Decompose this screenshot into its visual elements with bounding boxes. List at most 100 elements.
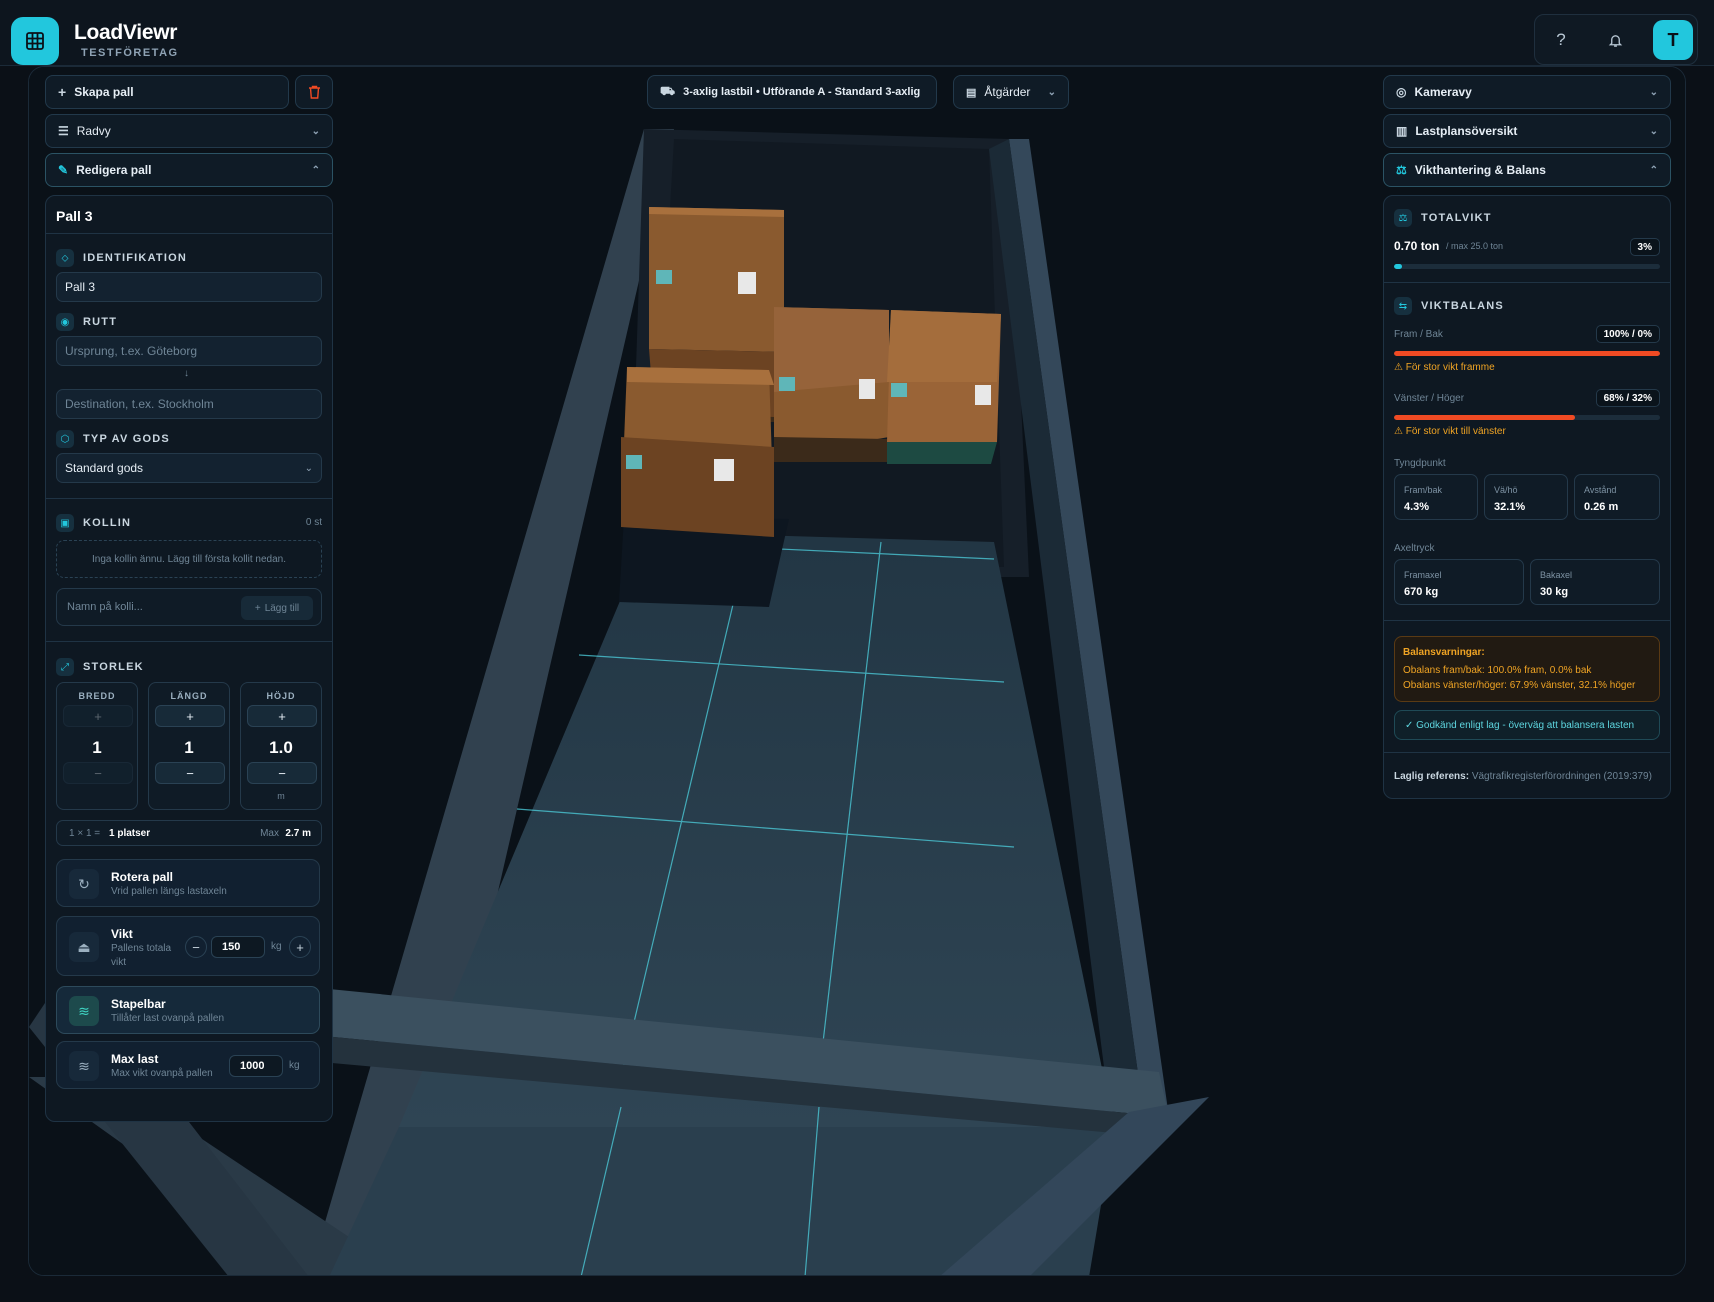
app-name: LoadViewr [74, 21, 178, 44]
expand-icon: ⤢ [56, 658, 74, 676]
max-load-card: ≋ Max last Max vikt ovanpå pallen 1000 k… [56, 1041, 320, 1089]
weight-balance-panel: ⚖ TOTALVIKT 0.70 ton / max 25.0 ton 3% ⇆… [1383, 195, 1671, 799]
cargo-type-select[interactable]: Standard gods ⌄ [56, 453, 322, 483]
actions-label: Åtgärder [984, 85, 1031, 99]
weight-plus-button[interactable]: + [289, 936, 311, 958]
max-load-unit: kg [289, 1060, 300, 1071]
total-weight-percent: 3% [1629, 238, 1660, 256]
chevron-down-icon: ⌄ [1649, 86, 1658, 98]
layers-icon: ≋ [69, 1051, 99, 1081]
size-controls: BREDD + 1 − LÄNGD + 1 − HÖJD + 1.0 − m [56, 682, 322, 810]
scale-icon: ⚖ [1396, 163, 1407, 177]
weight-unit: kg [271, 941, 282, 952]
width-plus-button[interactable]: + [63, 705, 133, 727]
user-avatar[interactable]: T [1653, 20, 1693, 60]
summary-max-value: 2.7 m [285, 828, 311, 839]
top-bar: LoadViewr TESTFÖRETAG ? T [0, 0, 1714, 66]
approved-status: ✓ Godkänd enligt lag - överväg att balan… [1394, 710, 1660, 740]
weight-icon: ⏏ [69, 932, 99, 962]
chevron-down-icon: ⌄ [1047, 86, 1056, 98]
front-axle-load: Framaxel 670 kg [1394, 559, 1524, 605]
identification-header: ⬦ IDENTIFIKATION [56, 249, 187, 267]
left-right-value: 68% / 32% [1595, 389, 1660, 407]
edit-pallet-toggle[interactable]: ✎ Redigera pall ⌃ [45, 153, 333, 187]
height-minus-button[interactable]: − [247, 762, 317, 784]
height-plus-button[interactable]: + [247, 705, 317, 727]
trash-icon [308, 85, 320, 99]
panel-title: Pall 3 [56, 208, 93, 224]
create-pallet-label: Skapa pall [74, 85, 134, 99]
total-weight-value: 0.70 ton [1394, 239, 1440, 253]
save-icon: ▤ [966, 86, 977, 99]
weight-card: ⏏ Vikt Pallens totala vikt − 150 kg + [56, 916, 320, 976]
grid-app-icon[interactable] [11, 17, 59, 65]
scale-icon: ⚖ [1394, 209, 1412, 227]
front-back-label: Fram / Bak [1394, 329, 1443, 340]
camera-view-dropdown[interactable]: ◎ Kameravy ⌄ [1383, 75, 1671, 109]
weight-balance-toggle[interactable]: ⚖ Vikthantering & Balans ⌃ [1383, 153, 1671, 187]
swap-icon: ⇆ [1394, 297, 1412, 315]
length-value: 1 [184, 738, 194, 757]
cog-distance: Avstånd 0.26 m [1574, 474, 1660, 520]
help-icon[interactable]: ? [1547, 26, 1575, 54]
cog-left-right: Vä/hö 32.1% [1484, 474, 1568, 520]
layers-icon: ≋ [69, 996, 99, 1026]
actions-dropdown[interactable]: ▤ Åtgärder ⌄ [953, 75, 1069, 109]
left-right-warning: ⚠ För stor vikt till vänster [1394, 426, 1506, 437]
chevron-down-icon: ⌄ [304, 462, 313, 474]
rotate-icon: ↻ [69, 869, 99, 899]
route-header: ◉ RUTT [56, 313, 117, 331]
total-weight-header: ⚖ TOTALVIKT [1394, 209, 1492, 227]
delete-pallet-button[interactable] [295, 75, 333, 109]
bell-icon[interactable] [1601, 26, 1629, 54]
rotate-pallet-card[interactable]: ↻ Rotera pall Vrid pallen längs lastaxel… [56, 859, 320, 907]
edit-pallet-panel: Pall 3 ⬦ IDENTIFIKATION Pall 3 ◉ RUTT Ur… [45, 195, 333, 1122]
company-name: TESTFÖRETAG [81, 47, 179, 59]
front-back-bar [1394, 351, 1660, 356]
vehicle-selector[interactable]: ⛟ 3-axlig lastbil • Utförande A - Standa… [647, 75, 937, 109]
height-unit: m [277, 791, 285, 801]
warning-line-1: Obalans fram/bak: 100.0% fram, 0.0% bak [1403, 665, 1592, 676]
chevron-down-icon: ⌄ [1649, 125, 1658, 137]
left-right-label: Vänster / Höger [1394, 393, 1465, 404]
row-view-dropdown[interactable]: ☰ Radvy ⌄ [45, 114, 333, 148]
total-weight-bar [1394, 264, 1660, 269]
size-summary: 1 × 1 = 1 platser Max 2.7 m [56, 820, 322, 846]
packages-count: 0 st [305, 517, 322, 528]
warnings-title: Balansvarningar: [1403, 647, 1485, 658]
total-weight-max: / max 25.0 ton [1446, 241, 1504, 251]
package-name-input[interactable]: Namn på kolli... [67, 601, 143, 613]
list-icon: ☰ [58, 124, 69, 138]
create-pallet-button[interactable]: + Skapa pall [45, 75, 289, 109]
width-value: 1 [92, 738, 102, 757]
rear-axle-load: Bakaxel 30 kg [1530, 559, 1660, 605]
identification-input[interactable]: Pall 3 [56, 272, 322, 302]
summary-max-label: Max [260, 828, 279, 839]
tag-icon: ⬦ [56, 249, 74, 267]
origin-input[interactable]: Ursprung, t.ex. Göteborg [56, 336, 322, 366]
truck-icon: ⛟ [660, 84, 676, 98]
map-pin-icon: ◉ [56, 313, 74, 331]
length-plus-button[interactable]: + [155, 705, 225, 727]
summary-places: 1 platser [109, 828, 151, 839]
center-of-gravity-label: Tyngdpunkt [1394, 458, 1446, 469]
weight-minus-button[interactable]: − [185, 936, 207, 958]
destination-input[interactable]: Destination, t.ex. Stockholm [56, 389, 322, 419]
axle-load-label: Axeltryck [1394, 543, 1435, 554]
top-actions: ? T [1534, 14, 1698, 65]
box-icon: ▣ [56, 514, 74, 532]
chevron-up-icon: ⌃ [311, 164, 320, 176]
max-load-input[interactable]: 1000 [229, 1055, 283, 1077]
length-minus-button[interactable]: − [155, 762, 225, 784]
load-plan-dropdown[interactable]: ▥ Lastplansöversikt ⌄ [1383, 114, 1671, 148]
front-back-value: 100% / 0% [1595, 325, 1660, 343]
weight-input[interactable]: 150 [211, 936, 265, 958]
eye-icon: ◎ [1396, 85, 1407, 99]
packages-empty-state: Inga kollin ännu. Lägg till första kolli… [56, 540, 322, 578]
add-package-button[interactable]: + Lägg till [241, 596, 313, 620]
plus-icon: + [58, 84, 67, 100]
left-right-bar [1394, 415, 1660, 420]
width-minus-button[interactable]: − [63, 762, 133, 784]
stackable-toggle[interactable]: ≋ Stapelbar Tillåter last ovanpå pallen [56, 986, 320, 1034]
length-stepper: LÄNGD + 1 − [148, 682, 230, 810]
